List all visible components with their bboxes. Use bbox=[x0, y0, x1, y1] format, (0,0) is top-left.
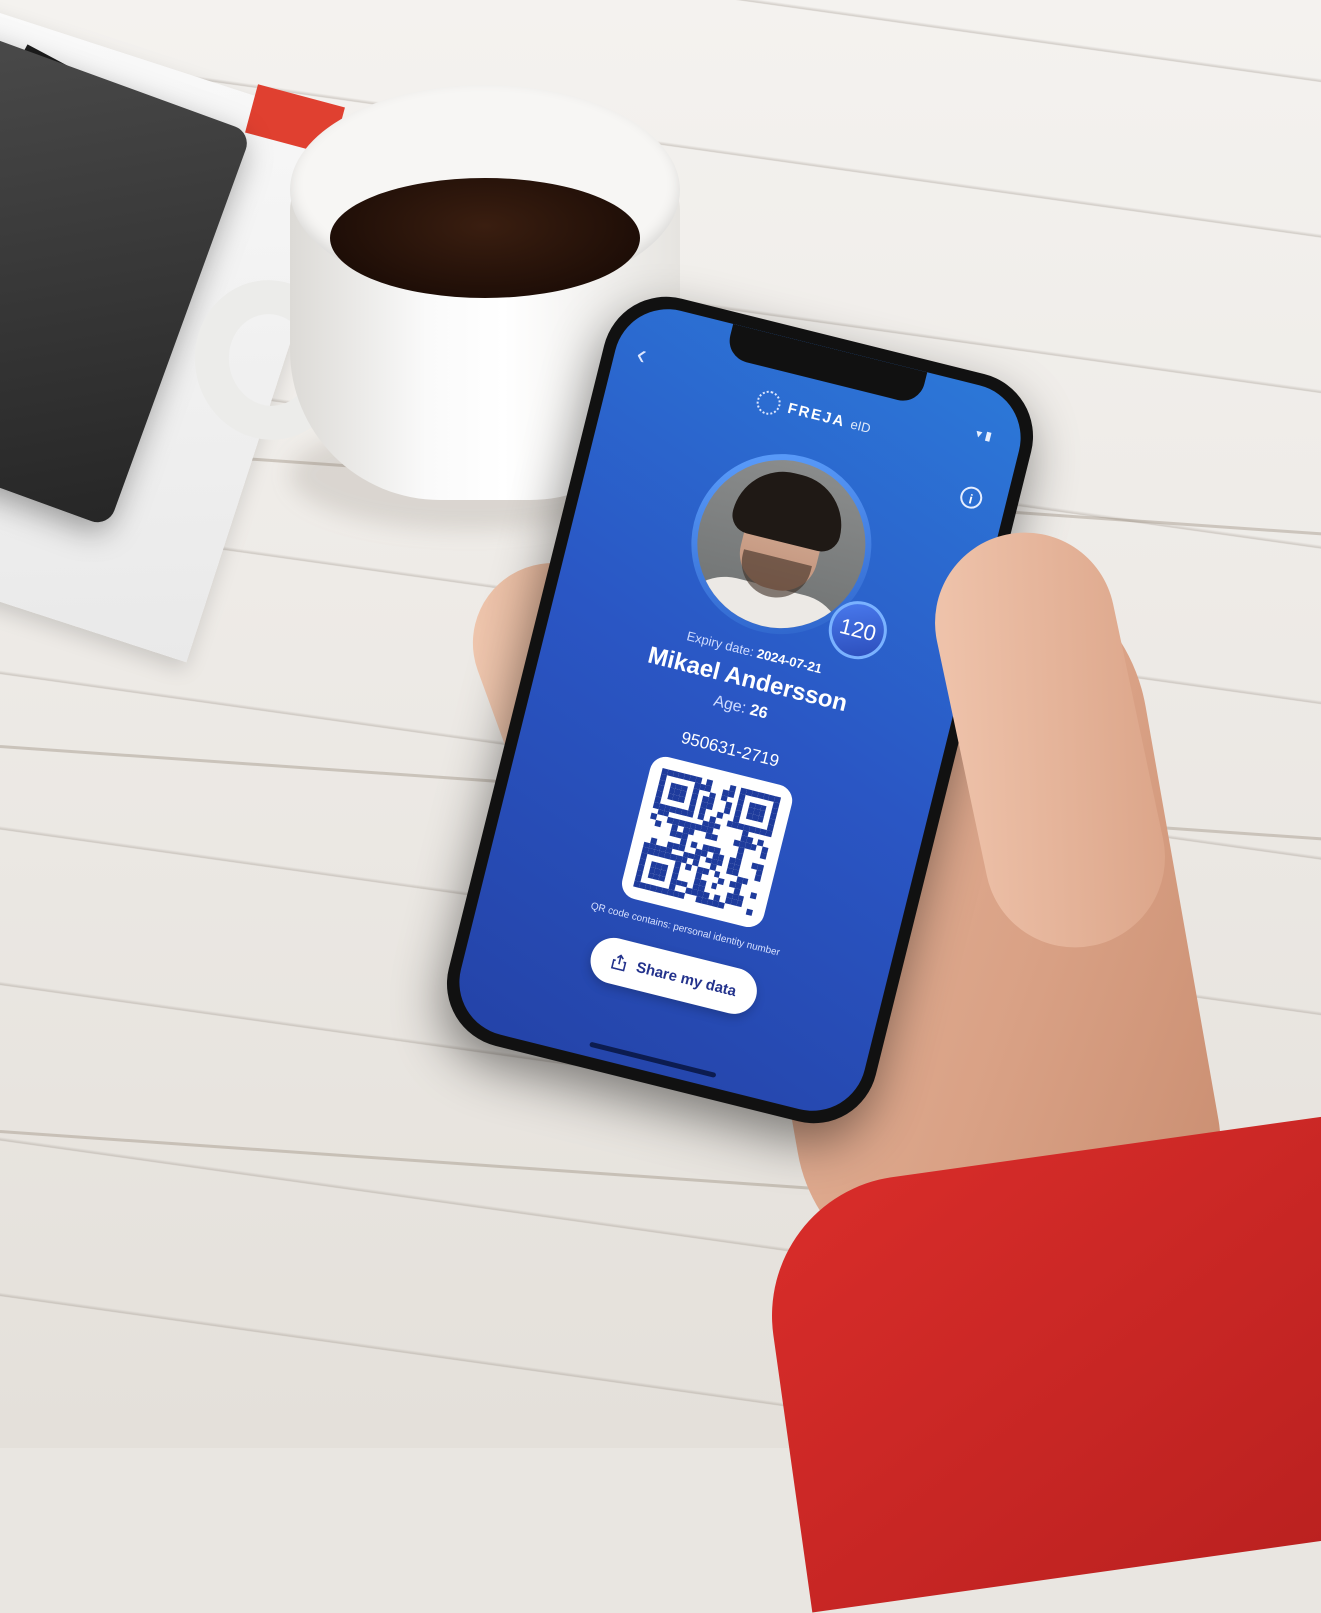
qr-module bbox=[709, 863, 717, 871]
qr-module bbox=[765, 829, 773, 837]
qr-grid bbox=[633, 768, 782, 916]
qr-module bbox=[716, 811, 724, 819]
qr-module bbox=[697, 813, 705, 821]
app-name-suffix: eID bbox=[849, 416, 873, 436]
qr-module bbox=[704, 784, 712, 792]
share-label: Share my data bbox=[634, 958, 739, 1000]
qr-module bbox=[686, 810, 694, 818]
info-icon[interactable]: i bbox=[957, 484, 985, 511]
back-button[interactable]: ‹ bbox=[633, 338, 651, 371]
qr-module bbox=[713, 870, 721, 878]
qr-module bbox=[754, 875, 762, 883]
qr-module bbox=[727, 790, 735, 798]
app-name: FREJA eID bbox=[786, 399, 873, 436]
qr-module bbox=[720, 794, 728, 802]
qr-module bbox=[750, 844, 758, 852]
qr-module bbox=[757, 839, 765, 847]
qr-module bbox=[713, 822, 721, 830]
qr-module bbox=[745, 908, 753, 916]
coffee bbox=[330, 178, 640, 298]
app-name-main: FREJA bbox=[786, 399, 847, 431]
qr-module bbox=[650, 813, 658, 821]
qr-module bbox=[750, 891, 758, 899]
qr-module bbox=[717, 901, 725, 909]
qr-module bbox=[716, 859, 724, 867]
qr-module bbox=[757, 815, 765, 823]
age-value: 26 bbox=[748, 701, 770, 723]
qr-module bbox=[702, 868, 710, 876]
qr-module bbox=[706, 803, 714, 811]
qr-module bbox=[678, 796, 686, 804]
qr-module bbox=[678, 891, 686, 900]
qr-module bbox=[688, 828, 696, 836]
qr-module bbox=[717, 877, 725, 885]
qr-module bbox=[658, 875, 666, 883]
qr-module bbox=[723, 807, 731, 815]
qr-code bbox=[618, 753, 796, 931]
age-label: Age: bbox=[711, 692, 748, 718]
share-icon bbox=[610, 954, 627, 972]
qr-module bbox=[741, 877, 749, 885]
status-icons: ▾ ▮ bbox=[974, 426, 994, 444]
qr-module bbox=[759, 852, 767, 860]
qr-module bbox=[662, 810, 670, 818]
app-logo: FREJA eID bbox=[754, 388, 873, 440]
qr-module bbox=[654, 820, 662, 828]
qr-module bbox=[692, 859, 700, 867]
freja-logo-icon bbox=[754, 388, 784, 418]
qr-module bbox=[736, 900, 744, 908]
qr-module bbox=[710, 834, 718, 842]
qr-module bbox=[681, 856, 689, 864]
qr-module bbox=[690, 841, 698, 849]
qr-module bbox=[678, 844, 686, 852]
qr-module bbox=[731, 869, 739, 877]
qr-module bbox=[681, 880, 689, 888]
qr-module bbox=[685, 863, 693, 871]
qr-module bbox=[700, 849, 708, 857]
qr-module bbox=[710, 882, 718, 890]
